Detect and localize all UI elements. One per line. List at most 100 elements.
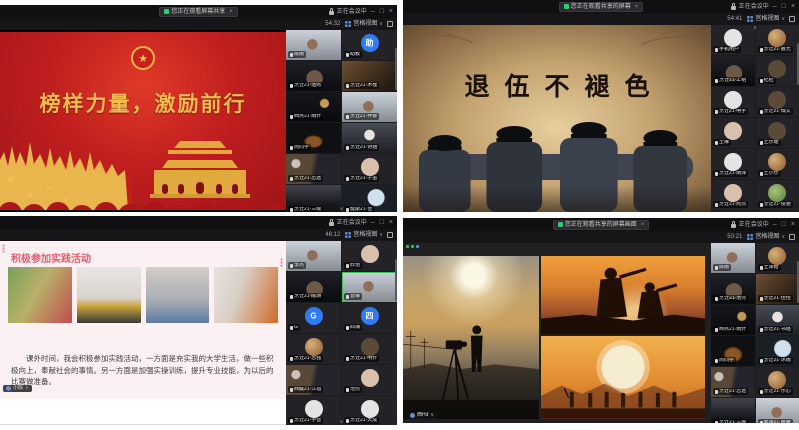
participant-tile[interactable]: 健康21·雪 <box>342 185 397 212</box>
participant-tile[interactable]: 烹饪21·诗涵 <box>342 123 397 153</box>
participant-tile[interactable]: 助 助教 <box>342 30 397 60</box>
maximize-button[interactable]: □ <box>379 219 385 226</box>
share-banner: 您正在观看共享的屏幕画面 × <box>553 220 650 230</box>
participant-tile[interactable]: 曾琳 <box>342 272 397 302</box>
chevron-down-icon[interactable]: ∨ <box>379 233 383 238</box>
view-switcher[interactable]: 宫格视图 <box>755 234 779 240</box>
participant-tile[interactable]: 陈雨 <box>286 30 341 60</box>
view-switcher[interactable]: 宫格视图 <box>353 232 377 238</box>
participant-tile[interactable]: 纪检 <box>756 56 799 86</box>
mic-icon <box>760 48 763 52</box>
close-banner-icon[interactable]: × <box>229 9 233 15</box>
close-button[interactable]: × <box>790 221 796 228</box>
chevron-down-icon[interactable]: ∨ <box>379 22 383 27</box>
participant-tile[interactable]: 烹饪21·沐雨 <box>756 336 799 366</box>
participant-tile[interactable]: 烹饪21·梓豪 <box>342 92 397 122</box>
close-button[interactable]: × <box>790 3 796 10</box>
participant-tile[interactable]: 王泽楷 <box>756 243 799 273</box>
participant-tile[interactable]: 烹饪21·欣然 <box>711 180 755 210</box>
participant-tile[interactable]: 陈雨 <box>711 243 755 273</box>
sidebar-scrollbar[interactable] <box>395 48 397 90</box>
participant-name: G <box>294 325 298 330</box>
minimize-button[interactable]: – <box>370 219 376 226</box>
participant-tile[interactable]: 李杰 <box>286 241 341 271</box>
participant-tile[interactable]: 烹饪21·书瑶 <box>756 305 799 335</box>
participant-tile[interactable]: 烹饪21·三顺 <box>286 185 341 212</box>
participant-name-pill: 陈雨 <box>713 264 731 271</box>
fullscreen-icon[interactable] <box>789 16 795 22</box>
view-toolbar: 46:12 宫格视图 ∨ <box>0 229 397 241</box>
participant-tile[interactable]: 烹饪21·浩然 <box>286 61 341 91</box>
chevron-down-icon[interactable]: ∨ <box>25 386 29 391</box>
participant-name: 烹饪21·俊驰 <box>764 202 791 207</box>
avatar-letter: G <box>310 311 316 320</box>
maximize-button[interactable]: □ <box>379 8 385 15</box>
participant-tile[interactable]: 王乐瑶 <box>756 118 799 148</box>
chevron-down-icon[interactable]: ∨ <box>430 413 434 418</box>
view-switcher[interactable]: 宫格视图 <box>353 21 377 27</box>
participant-tile[interactable]: 烹饪21·晨光 <box>756 25 799 55</box>
participant-tile[interactable]: 四 四海 <box>342 303 397 333</box>
close-button[interactable]: × <box>388 219 394 226</box>
minimize-button[interactable]: – <box>370 8 376 15</box>
minimize-button[interactable]: – <box>772 221 778 228</box>
participant-tile[interactable]: 欣怡 <box>342 241 397 271</box>
participant-tile[interactable]: 西点21·雨轩 <box>286 92 341 122</box>
view-switcher[interactable]: 宫格视图 <box>755 16 779 22</box>
participant-name: 烹饪21·雨泽 <box>719 171 746 176</box>
participant-tile[interactable]: 烹饪21·俊驰 <box>756 180 799 210</box>
participant-tile[interactable]: 烹饪21·天佑 <box>756 211 799 212</box>
participant-name-pill: 烹饪21·明轩 <box>344 355 379 362</box>
scroll-down-icon[interactable]: ∨ <box>340 206 344 212</box>
participant-tile[interactable]: 健康21·晨曦 <box>756 398 799 423</box>
svg-text:★: ★ <box>26 190 35 201</box>
participant-tile[interactable]: 西点21·雨轩 <box>711 305 755 335</box>
scroll-down-icon[interactable]: ∨ <box>340 419 344 425</box>
scroll-up-icon[interactable]: ∧ <box>753 25 757 31</box>
participant-tile[interactable]: 手机用户 <box>711 25 755 55</box>
participant-tile[interactable]: 烹饪21·志远 <box>286 154 341 184</box>
participant-tile[interactable]: 王琳 <box>711 118 755 148</box>
chevron-down-icon[interactable]: ∨ <box>781 17 785 22</box>
sidebar-scrollbar[interactable] <box>395 259 397 301</box>
participant-tile[interactable]: G G <box>286 303 341 333</box>
close-banner-icon[interactable]: × <box>635 4 639 10</box>
participant-tile[interactable]: 烹饪21·三顺 <box>711 398 755 423</box>
participant-name: 健康21·晨曦 <box>764 420 791 423</box>
participant-tile[interactable]: 王小乐 <box>756 149 799 179</box>
participant-tile[interactable]: 烹饪21·子墨 <box>342 154 397 184</box>
participant-tile[interactable]: 烹饪21·明轩 <box>342 334 397 364</box>
participant-tile[interactable]: 周同学 <box>711 336 755 366</box>
participant-tile[interactable]: 烹饪21·志远 <box>711 367 755 397</box>
meeting-status: 正在会议中 <box>337 9 367 15</box>
participant-tile[interactable]: 烹饪21·浩然 <box>711 274 755 304</box>
participant-tile[interactable]: 烹饪21·陈涛 <box>286 272 341 302</box>
participant-tile[interactable]: 烹饪21·佳怡 <box>756 274 799 304</box>
close-banner-icon[interactable]: × <box>641 222 645 228</box>
participant-tile[interactable]: 烹饪21·学智 <box>286 396 341 425</box>
participant-name: 周同学 <box>719 358 734 363</box>
maximize-button[interactable]: □ <box>781 221 787 228</box>
close-button[interactable]: × <box>388 8 394 15</box>
participant-tile[interactable]: 烹饪21·木槿 <box>342 61 397 91</box>
participant-sidebar: 李杰 欣怡 <box>286 241 397 425</box>
participant-tile[interactable]: 烹饪21·雨泽 <box>711 149 755 179</box>
participant-tile[interactable]: 烹饪21·工组 <box>711 56 755 86</box>
participant-tile[interactable]: 周同学 <box>286 123 341 153</box>
fullscreen-icon[interactable] <box>387 21 393 27</box>
fullscreen-icon[interactable] <box>789 234 795 240</box>
minimize-button[interactable]: – <box>772 3 778 10</box>
participant-name-pill: 烹饪21·晨光 <box>758 46 793 53</box>
participant-tile[interactable]: 烹饪21·乐心 <box>756 367 799 397</box>
chevron-down-icon[interactable]: ∨ <box>781 235 785 240</box>
participant-name-pill: 烹饪21·木槿 <box>344 82 379 89</box>
participant-tile[interactable]: 烹饪21·志强 <box>286 334 341 364</box>
participant-tile[interactable]: 西藏21·江措 <box>286 365 341 395</box>
participant-tile[interactable]: 烹饪21·天成 <box>342 396 397 425</box>
participant-tile[interactable]: 烹饪21·博文 <box>756 87 799 117</box>
participant-tile[interactable]: 浩然 <box>342 365 397 395</box>
fullscreen-icon[interactable] <box>387 232 393 238</box>
participant-tile[interactable]: 李 李同学 <box>711 211 755 212</box>
maximize-button[interactable]: □ <box>781 3 787 10</box>
participant-tile[interactable]: 烹饪21·明宇 <box>711 87 755 117</box>
